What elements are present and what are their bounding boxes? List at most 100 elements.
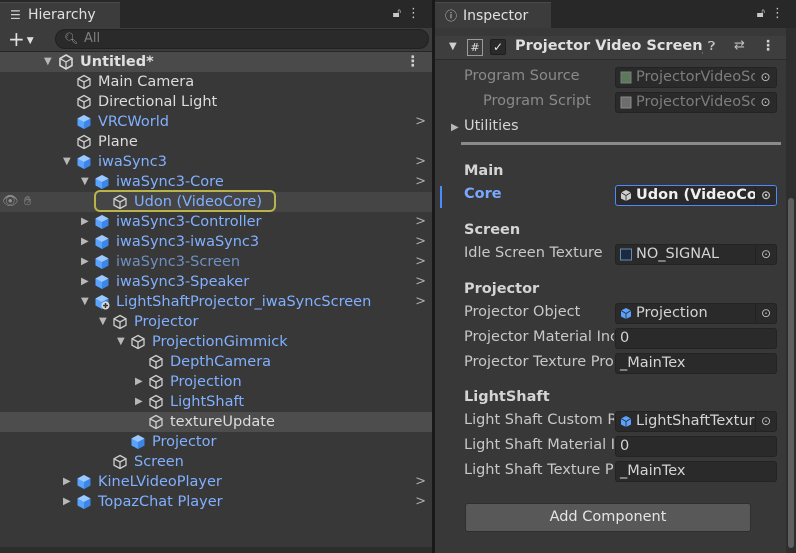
object-field[interactable]: NO_SIGNAL ⊙ (615, 244, 777, 265)
hierarchy-row[interactable]: ▶ Projection (0, 372, 432, 392)
chevron-right-icon[interactable]: > (415, 252, 426, 272)
hierarchy-row[interactable]: Projector (0, 432, 432, 452)
hierarchy-search-field[interactable]: 🔍︎ All (55, 29, 429, 49)
field-value: _MainTex (620, 463, 686, 479)
expand-down-icon[interactable]: ▼ (99, 312, 107, 332)
expand-right-icon[interactable]: ▶ (81, 212, 89, 232)
tab-inspector[interactable]: ⓘ Inspector (435, 2, 551, 28)
expand-right-icon[interactable]: ▶ (63, 492, 71, 512)
hierarchy-row-label: Projection (170, 374, 242, 390)
expand-right-icon[interactable]: ▶ (81, 272, 89, 292)
lock-icon[interactable]: 🔓︎ (393, 6, 407, 21)
info-icon: ⓘ (445, 9, 458, 23)
hierarchy-row[interactable]: ▶ iwaSync3-Screen > (0, 252, 432, 272)
chevron-right-icon[interactable]: > (415, 492, 426, 512)
hierarchy-row-label: iwaSync3 (98, 154, 167, 170)
chevron-right-icon[interactable]: > (415, 292, 426, 312)
scene-row[interactable]: ▼ Untitled* ⋮ (0, 52, 432, 72)
chevron-right-icon[interactable]: > (415, 172, 426, 192)
expand-down-icon[interactable]: ▼ (81, 172, 89, 192)
text-field[interactable]: _MainTex (615, 461, 777, 482)
prefab-add-icon (95, 295, 110, 310)
expand-right-icon[interactable]: ▶ (135, 392, 143, 412)
gameobject-icon (77, 74, 91, 90)
expand-right-icon[interactable]: ▶ (81, 232, 89, 252)
component-kebab-icon[interactable]: ⋮ (761, 38, 775, 54)
hierarchy-row-label: DepthCamera (170, 354, 272, 370)
hierarchy-row[interactable]: ▼ LightShaftProjector_iwaSyncScreen > (0, 292, 432, 312)
add-component-button[interactable]: Add Component (465, 503, 751, 532)
kebab-menu-icon[interactable]: ⋮ (407, 6, 426, 21)
pickable-hand-icon[interactable]: ✋︎ (24, 192, 31, 212)
tab-hierarchy[interactable]: ☰ Hierarchy (0, 2, 120, 28)
hierarchy-row[interactable]: ▶ iwaSync3-Controller > (0, 212, 432, 232)
text-field[interactable]: _MainTex (615, 353, 777, 374)
utilities-foldout[interactable]: ▶ Utilities (451, 118, 781, 138)
object-field[interactable]: Projection ⊙ (615, 303, 777, 324)
object-picker-icon[interactable]: ⊙ (755, 304, 776, 323)
hierarchy-row[interactable]: VRCWorld > (0, 112, 432, 132)
hierarchy-row[interactable]: ▶ iwaSync3-Speaker > (0, 272, 432, 292)
expand-right-icon[interactable]: ▶ (135, 372, 143, 392)
hierarchy-row[interactable]: ▼ ProjectionGimmick (0, 332, 432, 352)
field-value: Projection (636, 305, 708, 321)
component-header[interactable]: ▼ # ✓ Projector Video Screen_iw ❓︎ ⇄ ⋮ (435, 36, 786, 60)
component-enabled-checkbox[interactable]: ✓ (490, 39, 506, 55)
hierarchy-row[interactable]: textureUpdate (0, 412, 432, 432)
hierarchy-row[interactable]: Main Camera (0, 72, 432, 92)
chevron-right-icon[interactable]: > (415, 112, 426, 132)
field-value: NO_SIGNAL (636, 246, 720, 262)
scene-name: Untitled* (80, 54, 154, 70)
expand-down-icon[interactable]: ▼ (81, 292, 89, 312)
help-icon[interactable]: ❓︎ (708, 39, 715, 54)
object-picker-icon[interactable]: ⊙ (755, 245, 776, 264)
hierarchy-row-label: Projector (152, 434, 217, 450)
hierarchy-row[interactable]: ▶ iwaSync3-iwaSync3 > (0, 232, 432, 252)
hierarchy-row[interactable]: DepthCamera (0, 352, 432, 372)
object-field[interactable]: LightShaftTextur ⊙ (615, 411, 777, 432)
expand-arrow-icon[interactable]: ▼ (44, 52, 52, 72)
hierarchy-row[interactable]: Directional Light (0, 92, 432, 112)
hierarchy-panel: ☰ Hierarchy 🔓︎⋮ + ▼ 🔍︎ All ▼ Untitled* ⋮ Ma… (0, 0, 432, 553)
visibility-eye-icon[interactable]: 👁︎ (2, 192, 19, 212)
plus-icon: + (8, 27, 25, 51)
kebab-menu-icon[interactable]: ⋮ (771, 6, 790, 21)
presets-icon[interactable]: ⇄ (734, 38, 745, 53)
text-field[interactable]: 0 (615, 328, 777, 349)
chevron-right-icon[interactable]: > (415, 152, 426, 172)
object-field[interactable]: Udon (VideoCo ⊙ (615, 185, 777, 206)
hierarchy-row-label: VRCWorld (98, 114, 169, 130)
hierarchy-row-label: KineLVideoPlayer (98, 474, 222, 490)
program-script-field: ProjectorVideoSc ⊙ (615, 92, 777, 113)
inspector-vertical-scrollbar[interactable] (786, 28, 796, 553)
scene-kebab-icon[interactable]: ⋮ (406, 52, 421, 72)
component-foldout-icon[interactable]: ▼ (449, 41, 457, 52)
expand-right-icon[interactable]: ▶ (81, 252, 89, 272)
hierarchy-row[interactable]: ▶ TopazChat Player > (0, 492, 432, 512)
chevron-right-icon[interactable]: > (415, 232, 426, 252)
hierarchy-row[interactable]: ▼ iwaSync3 > (0, 152, 432, 172)
hierarchy-row[interactable]: Screen (0, 452, 432, 472)
chevron-right-icon[interactable]: > (415, 212, 426, 232)
object-picker-icon[interactable]: ⊙ (755, 186, 776, 205)
chevron-right-icon[interactable]: > (415, 472, 426, 492)
expand-down-icon[interactable]: ▼ (63, 152, 71, 172)
script-hash-icon: # (467, 39, 483, 56)
search-icon: 🔍︎ (64, 32, 78, 45)
hierarchy-horizontal-scrollbar[interactable] (0, 547, 432, 553)
text-field[interactable]: 0 (615, 436, 777, 457)
section-title: LightShaft (464, 389, 550, 405)
chevron-right-icon[interactable]: > (415, 272, 426, 292)
hierarchy-row[interactable]: ▶ KineLVideoPlayer > (0, 472, 432, 492)
expand-down-icon[interactable]: ▼ (117, 332, 125, 352)
hierarchy-row[interactable]: ▼ iwaSync3-Core > (0, 172, 432, 192)
expand-right-icon[interactable]: ▶ (63, 472, 71, 492)
lock-icon[interactable]: 🔓︎ (757, 6, 771, 21)
object-picker-icon[interactable]: ⊙ (755, 412, 776, 431)
section-title: Screen (464, 222, 521, 238)
scrollbar-thumb[interactable] (788, 198, 794, 548)
create-button[interactable]: + ▼ (8, 28, 34, 52)
hierarchy-row[interactable]: Plane (0, 132, 432, 152)
hierarchy-row[interactable]: ▼ Projector (0, 312, 432, 332)
hierarchy-row[interactable]: ▶ LightShaft (0, 392, 432, 412)
